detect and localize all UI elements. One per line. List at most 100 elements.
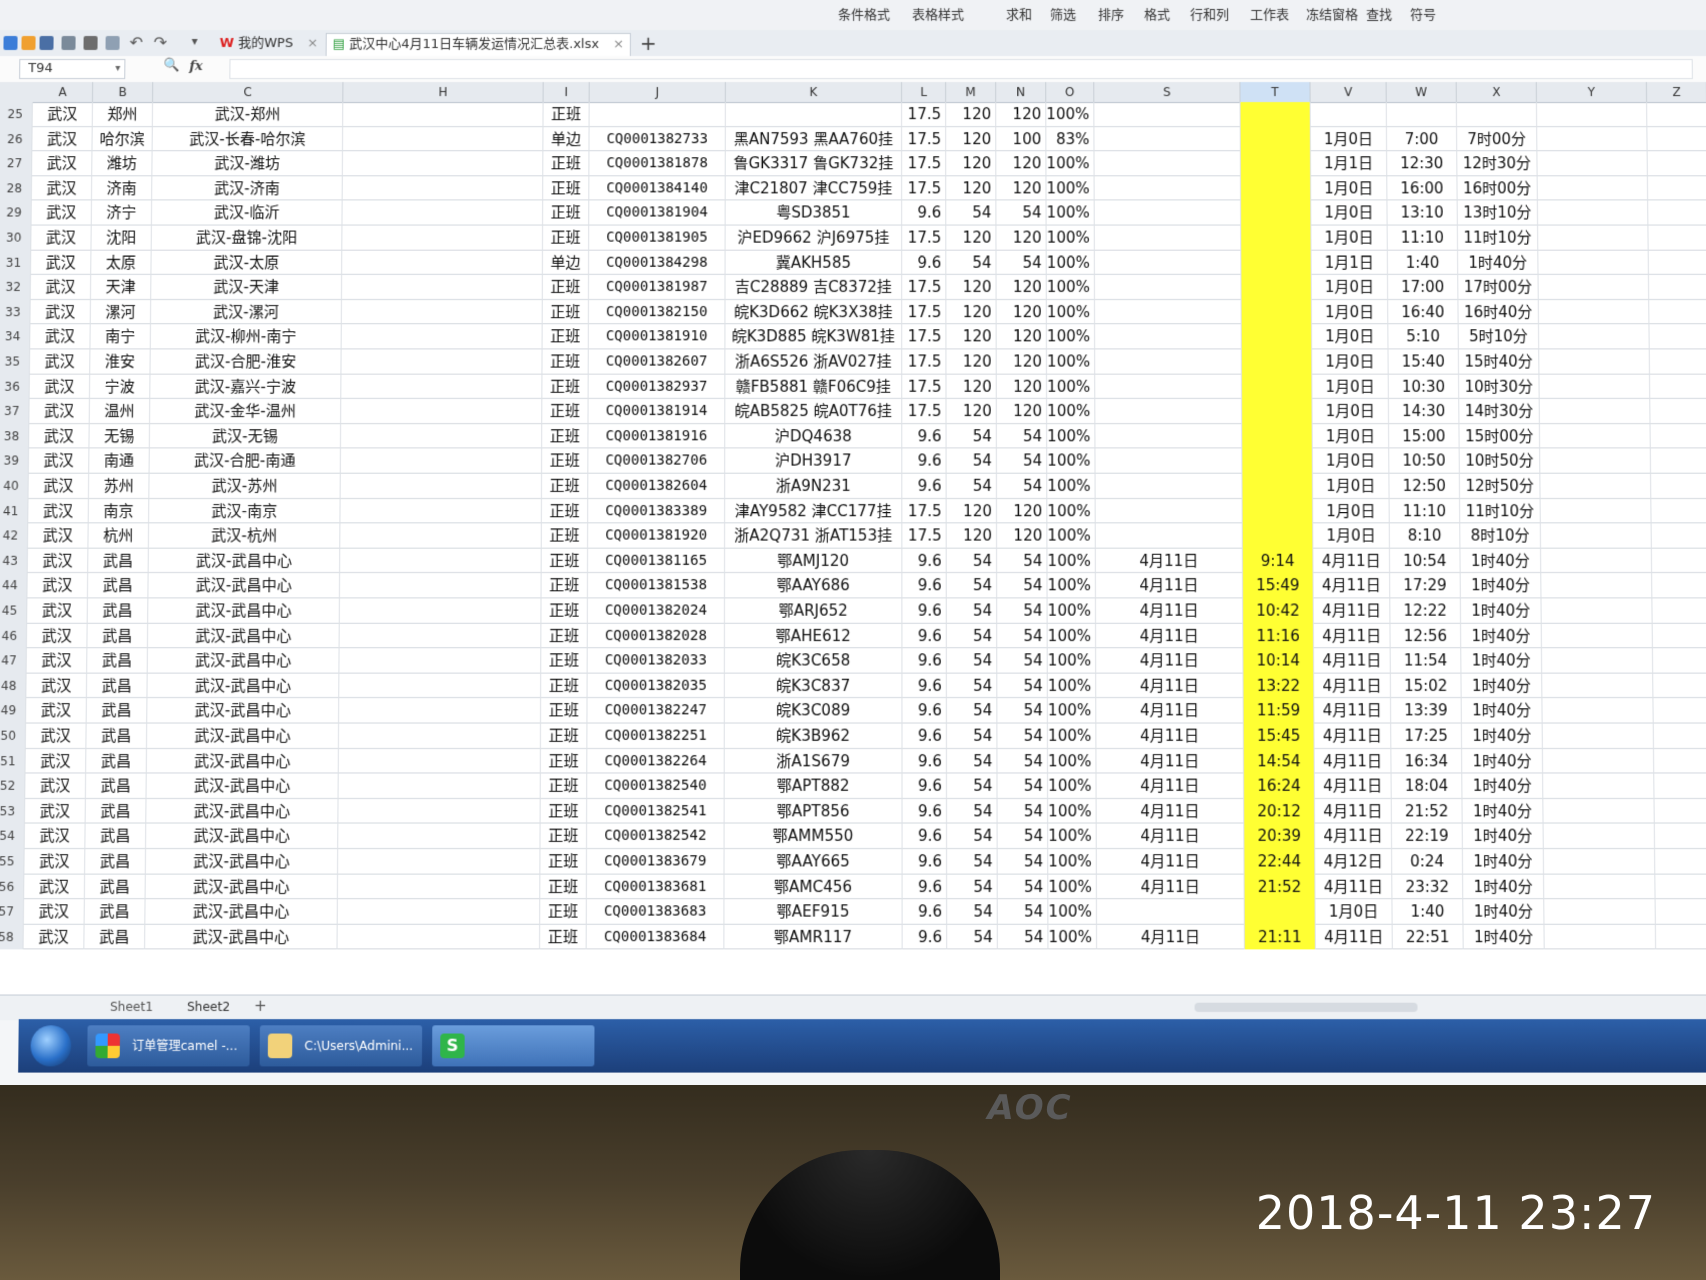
table-cell[interactable] [1095, 300, 1242, 325]
table-cell[interactable]: 武汉-武昌中心 [146, 849, 338, 874]
table-cell[interactable] [340, 573, 542, 598]
table-cell[interactable]: 10:30 [1389, 374, 1460, 399]
table-cell[interactable]: CQ0001382733 [589, 127, 725, 152]
table-cell[interactable]: 沪DH3917 [725, 449, 902, 474]
sheet-tab-sheet2[interactable]: Sheet2 [187, 1000, 230, 1014]
table-cell[interactable]: 15:02 [1391, 673, 1462, 698]
table-cell[interactable]: 9.6 [902, 648, 946, 673]
table-cell[interactable]: 4月11日 [1313, 548, 1390, 573]
table-cell[interactable]: 11:54 [1391, 648, 1462, 673]
table-cell[interactable]: 54 [947, 849, 998, 874]
table-cell[interactable]: 54 [997, 598, 1047, 623]
table-cell[interactable] [1648, 226, 1706, 251]
new-file-icon[interactable] [3, 36, 17, 50]
taskbar-item-explorer[interactable]: C:\Users\Admini... [260, 1025, 423, 1066]
table-cell[interactable]: 武汉-武昌中心 [148, 623, 340, 648]
taskbar-item-wps-spreadsheet[interactable]: S [432, 1025, 594, 1066]
table-cell[interactable] [1242, 374, 1313, 399]
table-cell[interactable] [343, 127, 544, 152]
table-cell[interactable] [1544, 849, 1656, 874]
table-cell[interactable]: 21:52 [1392, 799, 1463, 824]
table-cell[interactable] [342, 275, 543, 300]
table-cell[interactable]: 正班 [541, 774, 588, 799]
table-cell[interactable]: 4月11日 [1096, 724, 1244, 749]
table-cell[interactable] [1241, 127, 1311, 152]
table-cell[interactable]: 4月11日 [1314, 598, 1391, 623]
table-cell[interactable]: 武昌 [85, 849, 146, 874]
table-cell[interactable]: 浙A1S679 [725, 749, 903, 774]
table-cell[interactable] [1538, 176, 1649, 201]
table-cell[interactable]: 17.5 [902, 325, 946, 350]
table-cell[interactable]: 21:11 [1245, 925, 1316, 950]
ribbon-item[interactable]: 求和 [1006, 4, 1032, 23]
table-cell[interactable]: 鄂AMM550 [725, 824, 903, 849]
new-tab-button[interactable]: + [640, 31, 657, 55]
table-cell[interactable]: CQ0001381987 [589, 275, 726, 300]
table-cell[interactable] [1537, 151, 1647, 176]
table-cell[interactable]: 武汉-杭州 [149, 524, 341, 549]
table-cell[interactable] [1651, 499, 1706, 524]
table-cell[interactable]: 武汉-武昌中心 [147, 698, 339, 723]
table-cell[interactable]: 17.5 [902, 300, 946, 325]
table-cell[interactable]: 54 [998, 925, 1049, 950]
table-cell[interactable]: 12:30 [1387, 151, 1457, 176]
table-cell[interactable]: 漯河 [91, 300, 151, 325]
tab-spreadsheet-file[interactable]: ▤ 武汉中心4月11日车辆发运情况汇总表.xlsx × [326, 33, 632, 56]
table-cell[interactable]: 54 [997, 698, 1048, 723]
table-cell[interactable]: CQ0001383679 [587, 849, 725, 874]
table-cell[interactable]: 武昌 [87, 673, 148, 698]
table-cell[interactable]: 17.5 [902, 524, 946, 549]
table-cell[interactable]: 54 [947, 698, 998, 723]
table-cell[interactable]: 1月0日 [1313, 474, 1390, 499]
table-cell[interactable]: CQ0001381920 [588, 524, 725, 549]
table-cell[interactable] [1650, 374, 1706, 399]
table-cell[interactable] [1541, 548, 1652, 573]
table-cell[interactable]: 1月0日 [1312, 300, 1388, 325]
table-cell[interactable]: 16:40 [1388, 300, 1458, 325]
table-cell[interactable]: 17:25 [1391, 724, 1462, 749]
table-cell[interactable]: 1月0日 [1316, 899, 1393, 924]
table-cell[interactable] [1651, 474, 1706, 499]
table-cell[interactable] [1457, 102, 1537, 127]
table-cell[interactable]: 54 [997, 648, 1048, 673]
table-cell[interactable]: 1月0日 [1311, 176, 1387, 201]
table-cell[interactable]: 11时10分 [1460, 499, 1541, 524]
ribbon-item[interactable]: 工作表 [1250, 4, 1289, 23]
table-cell[interactable] [1539, 275, 1650, 300]
column-header[interactable]: H [343, 82, 543, 102]
table-cell[interactable] [1650, 349, 1706, 374]
table-cell[interactable]: 8:10 [1390, 524, 1461, 549]
table-cell[interactable]: 17时00分 [1458, 275, 1539, 300]
column-header[interactable]: V [1311, 82, 1387, 102]
table-cell[interactable] [341, 474, 542, 499]
table-cell[interactable]: 54 [947, 874, 998, 899]
table-cell[interactable] [1544, 874, 1656, 899]
table-cell[interactable]: 23:32 [1392, 874, 1463, 899]
redo-icon[interactable]: ↷ [154, 33, 168, 52]
table-cell[interactable]: 沪DQ4638 [725, 424, 902, 449]
table-cell[interactable] [1647, 127, 1706, 152]
table-cell[interactable] [1543, 749, 1654, 774]
table-cell[interactable]: 武汉-武昌中心 [147, 673, 339, 698]
table-cell[interactable] [338, 849, 540, 874]
table-cell[interactable]: 17.5 [902, 499, 946, 524]
table-cell[interactable] [1241, 102, 1311, 127]
table-cell[interactable]: 100% [1048, 598, 1096, 623]
table-cell[interactable] [1542, 673, 1653, 698]
table-cell[interactable]: 1时40分 [1461, 598, 1542, 623]
table-cell[interactable] [1094, 151, 1240, 176]
table-cell[interactable]: 武汉 [30, 349, 91, 374]
table-cell[interactable]: 54 [946, 201, 996, 226]
table-cell[interactable]: 武昌 [85, 899, 146, 924]
table-cell[interactable]: 武汉-潍坊 [152, 151, 343, 176]
table-cell[interactable]: 鄂ARJ652 [725, 598, 902, 623]
table-cell[interactable]: 100% [1047, 349, 1095, 374]
table-cell[interactable] [1242, 449, 1313, 474]
table-cell[interactable]: 正班 [542, 374, 588, 399]
table-cell[interactable]: 54 [997, 749, 1048, 774]
table-cell[interactable]: 120 [996, 151, 1046, 176]
table-cell[interactable]: 100% [1048, 899, 1097, 924]
table-cell[interactable]: 1月0日 [1312, 349, 1389, 374]
table-cell[interactable]: 单边 [543, 250, 589, 275]
table-cell[interactable]: 100% [1047, 449, 1095, 474]
